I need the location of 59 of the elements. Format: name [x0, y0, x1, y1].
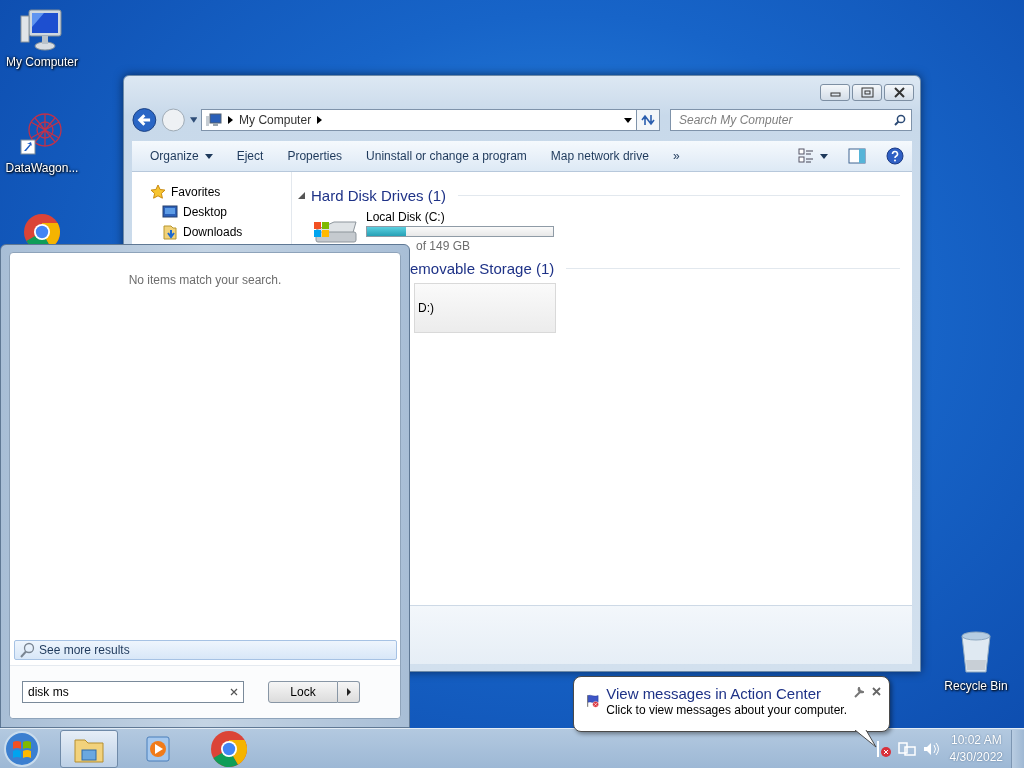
computer-icon	[206, 113, 223, 127]
lock-button[interactable]: Lock	[268, 681, 338, 703]
toolbar-button[interactable]: Organize	[142, 145, 221, 167]
clear-icon[interactable]	[230, 688, 238, 696]
desktop-icon-label[interactable]: Recycle Bin	[944, 679, 1008, 693]
help-icon[interactable]	[886, 147, 904, 165]
free-space-text: of 149 GB	[415, 239, 472, 253]
refresh-button[interactable]	[637, 109, 660, 131]
history-dropdown-icon[interactable]	[189, 117, 198, 123]
notification-title[interactable]: View messages in Action Center	[606, 685, 847, 702]
collapse-arrow-icon[interactable]	[298, 191, 305, 199]
toolbar-button[interactable]: Eject	[228, 145, 272, 167]
nav-item[interactable]: Downloads	[183, 225, 243, 239]
arrow-icon	[346, 688, 351, 696]
taskbar-button[interactable]	[60, 729, 118, 768]
toolbar-button[interactable]: Properties	[279, 145, 351, 167]
toolbar-button[interactable]: Uninstall or change a program	[358, 145, 535, 167]
breadcrumb[interactable]: My Computer	[239, 113, 312, 127]
desktop-icon-label[interactable]: My Computer	[6, 55, 78, 69]
folder-icon	[162, 224, 178, 240]
close-icon[interactable]	[872, 687, 881, 696]
wrench-icon[interactable]	[853, 687, 864, 698]
close-button[interactable]	[884, 84, 914, 101]
monitor-icon	[162, 204, 178, 220]
action-center-icon[interactable]	[875, 739, 892, 758]
notification-text[interactable]: Click to view messages about your computer.	[606, 703, 847, 717]
refresh-icon	[641, 114, 656, 126]
desktop-icon-label[interactable]: DataWagon...	[5, 161, 79, 175]
no-results-message: No items match your search.	[128, 273, 282, 287]
hard-drive-icon	[312, 220, 360, 246]
search-field[interactable]: disk ms	[22, 681, 244, 703]
dropdown-icon	[624, 117, 633, 123]
star-icon	[150, 184, 166, 200]
dropdown-icon	[204, 153, 213, 159]
media-player-icon	[145, 734, 173, 763]
chevron-icon	[228, 116, 234, 124]
drive-tile[interactable]: D:)	[414, 283, 556, 333]
drive-name[interactable]: Local Disk (C:)	[366, 210, 554, 224]
view-options-icon[interactable]	[798, 148, 828, 164]
chrome-icon	[209, 728, 249, 768]
preview-pane-icon[interactable]	[848, 148, 866, 164]
search-icon	[894, 114, 906, 126]
chevron-icon	[317, 116, 323, 124]
power-options-button[interactable]	[338, 681, 360, 703]
minimize-button[interactable]	[820, 84, 850, 101]
nav-item[interactable]: Desktop	[183, 205, 228, 219]
search-field[interactable]: Search My Computer	[670, 109, 912, 131]
nav-item[interactable]: Favorites	[171, 185, 221, 199]
see-more-results-button[interactable]: See more results	[14, 640, 397, 660]
more-commands-button[interactable]: »	[664, 145, 688, 167]
toolbar-button[interactable]: Map network drive	[542, 145, 657, 167]
maximize-icon	[858, 86, 876, 99]
back-button[interactable]	[132, 107, 157, 133]
computer-icon	[19, 8, 65, 52]
group-heading: Hard Disk Drives (1)	[311, 186, 446, 204]
search-icon	[19, 642, 35, 658]
group-heading: emovable Storage (1)	[410, 259, 555, 277]
network-shortcut-icon	[19, 110, 65, 158]
address-bar[interactable]: My Computer	[201, 109, 638, 131]
